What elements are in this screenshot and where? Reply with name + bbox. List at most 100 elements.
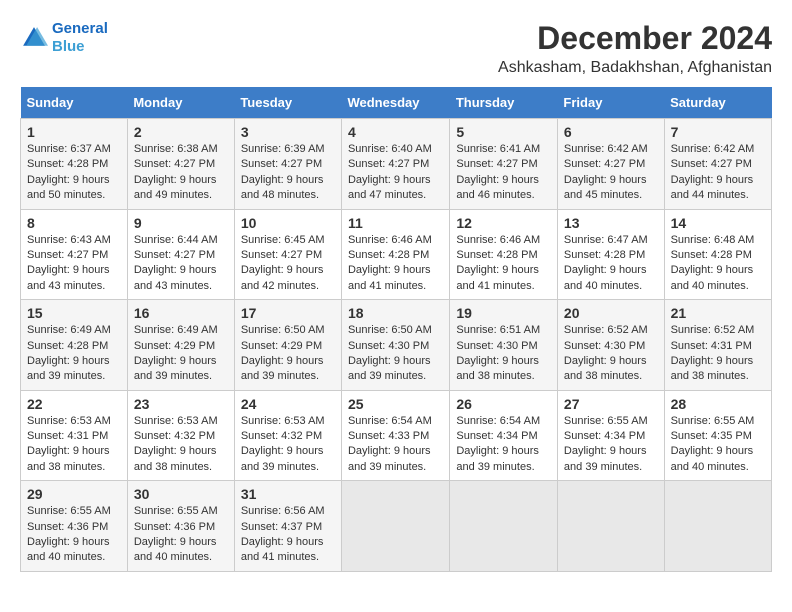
day-number: 2 <box>134 124 228 140</box>
calendar-cell: 24Sunrise: 6:53 AMSunset: 4:32 PMDayligh… <box>234 390 341 481</box>
calendar-week-row: 1 Sunrise: 6:37 AMSunset: 4:28 PMDaylight… <box>21 119 772 210</box>
day-number: 30 <box>134 486 228 502</box>
calendar-cell: 21Sunrise: 6:52 AMSunset: 4:31 PMDayligh… <box>664 300 771 391</box>
day-info: Sunrise: 6:53 AMSunset: 4:31 PMDaylight:… <box>27 414 121 476</box>
day-number: 15 <box>27 305 121 321</box>
calendar-table: SundayMondayTuesdayWednesdayThursdayFrid… <box>20 87 772 572</box>
day-info: Sunrise: 6:39 AMSunset: 4:27 PMDaylight:… <box>241 142 335 204</box>
day-info: Sunrise: 6:42 AMSunset: 4:27 PMDaylight:… <box>564 142 658 204</box>
day-info: Sunrise: 6:45 AMSunset: 4:27 PMDaylight:… <box>241 233 335 295</box>
day-number: 26 <box>456 396 551 412</box>
day-number: 28 <box>671 396 765 412</box>
day-info: Sunrise: 6:53 AMSunset: 4:32 PMDaylight:… <box>134 414 228 476</box>
col-header-thursday: Thursday <box>450 87 558 119</box>
col-header-saturday: Saturday <box>664 87 771 119</box>
day-number: 19 <box>456 305 551 321</box>
calendar-cell: 2Sunrise: 6:38 AMSunset: 4:27 PMDaylight… <box>127 119 234 210</box>
logo-icon <box>20 24 48 52</box>
calendar-cell <box>664 481 771 572</box>
day-number: 6 <box>564 124 658 140</box>
calendar-cell: 11 Sunrise: 6:46 AMSunset: 4:28 PMDayligh… <box>341 209 449 300</box>
day-info: Sunrise: 6:42 AMSunset: 4:27 PMDaylight:… <box>671 142 765 204</box>
location: Ashkasham, Badakhshan, Afghanistan <box>498 59 772 77</box>
calendar-cell <box>341 481 449 572</box>
calendar-cell: 10Sunrise: 6:45 AMSunset: 4:27 PMDayligh… <box>234 209 341 300</box>
day-number: 3 <box>241 124 335 140</box>
day-info: Sunrise: 6:55 AMSunset: 4:35 PMDaylight:… <box>671 414 765 476</box>
calendar-cell: 3 Sunrise: 6:39 AMSunset: 4:27 PMDaylight… <box>234 119 341 210</box>
day-info: Sunrise: 6:55 AMSunset: 4:36 PMDaylight:… <box>27 504 121 566</box>
day-info: Sunrise: 6:48 AMSunset: 4:28 PMDaylight:… <box>671 233 765 295</box>
day-info: Sunrise: 6:37 AMSunset: 4:28 PMDaylight:… <box>27 142 121 204</box>
calendar-cell: 26 Sunrise: 6:54 AMSunset: 4:34 PMDayligh… <box>450 390 558 481</box>
logo-text: General Blue <box>52 20 108 56</box>
day-info: Sunrise: 6:56 AMSunset: 4:37 PMDaylight:… <box>241 504 335 566</box>
calendar-cell: 20 Sunrise: 6:52 AMSunset: 4:30 PMDayligh… <box>557 300 664 391</box>
day-number: 11 <box>348 215 443 231</box>
day-info: Sunrise: 6:40 AMSunset: 4:27 PMDaylight:… <box>348 142 443 204</box>
calendar-cell: 31 Sunrise: 6:56 AMSunset: 4:37 PMDayligh… <box>234 481 341 572</box>
day-number: 25 <box>348 396 443 412</box>
calendar-week-row: 15Sunrise: 6:49 AMSunset: 4:28 PMDayligh… <box>21 300 772 391</box>
day-info: Sunrise: 6:41 AMSunset: 4:27 PMDaylight:… <box>456 142 551 204</box>
day-info: Sunrise: 6:55 AMSunset: 4:34 PMDaylight:… <box>564 414 658 476</box>
calendar-cell: 16Sunrise: 6:49 AMSunset: 4:29 PMDayligh… <box>127 300 234 391</box>
calendar-header-row: SundayMondayTuesdayWednesdayThursdayFrid… <box>21 87 772 119</box>
calendar-cell: 15Sunrise: 6:49 AMSunset: 4:28 PMDayligh… <box>21 300 128 391</box>
day-number: 4 <box>348 124 443 140</box>
day-info: Sunrise: 6:54 AMSunset: 4:33 PMDaylight:… <box>348 414 443 476</box>
calendar-week-row: 22 Sunrise: 6:53 AMSunset: 4:31 PMDayligh… <box>21 390 772 481</box>
day-info: Sunrise: 6:46 AMSunset: 4:28 PMDaylight:… <box>456 233 551 295</box>
day-info: Sunrise: 6:44 AMSunset: 4:27 PMDaylight:… <box>134 233 228 295</box>
calendar-cell: 4 Sunrise: 6:40 AMSunset: 4:27 PMDaylight… <box>341 119 449 210</box>
col-header-tuesday: Tuesday <box>234 87 341 119</box>
calendar-cell: 14 Sunrise: 6:48 AMSunset: 4:28 PMDayligh… <box>664 209 771 300</box>
day-number: 18 <box>348 305 443 321</box>
day-info: Sunrise: 6:46 AMSunset: 4:28 PMDaylight:… <box>348 233 443 295</box>
day-number: 22 <box>27 396 121 412</box>
day-info: Sunrise: 6:52 AMSunset: 4:30 PMDaylight:… <box>564 323 658 385</box>
calendar-week-row: 29 Sunrise: 6:55 AMSunset: 4:36 PMDayligh… <box>21 481 772 572</box>
title-block: December 2024 Ashkasham, Badakhshan, Afg… <box>498 20 772 77</box>
calendar-cell: 6 Sunrise: 6:42 AMSunset: 4:27 PMDaylight… <box>557 119 664 210</box>
day-number: 14 <box>671 215 765 231</box>
day-number: 5 <box>456 124 551 140</box>
calendar-cell: 23 Sunrise: 6:53 AMSunset: 4:32 PMDayligh… <box>127 390 234 481</box>
calendar-cell: 1 Sunrise: 6:37 AMSunset: 4:28 PMDaylight… <box>21 119 128 210</box>
day-number: 7 <box>671 124 765 140</box>
calendar-cell: 13 Sunrise: 6:47 AMSunset: 4:28 PMDayligh… <box>557 209 664 300</box>
day-number: 8 <box>27 215 121 231</box>
month-title: December 2024 <box>498 20 772 57</box>
day-info: Sunrise: 6:50 AMSunset: 4:29 PMDaylight:… <box>241 323 335 385</box>
calendar-cell: 7 Sunrise: 6:42 AMSunset: 4:27 PMDaylight… <box>664 119 771 210</box>
calendar-cell: 28 Sunrise: 6:55 AMSunset: 4:35 PMDayligh… <box>664 390 771 481</box>
page-header: General Blue December 2024 Ashkasham, Ba… <box>20 20 772 77</box>
calendar-cell: 25 Sunrise: 6:54 AMSunset: 4:33 PMDayligh… <box>341 390 449 481</box>
day-number: 23 <box>134 396 228 412</box>
calendar-cell: 9Sunrise: 6:44 AMSunset: 4:27 PMDaylight… <box>127 209 234 300</box>
day-number: 1 <box>27 124 121 140</box>
calendar-cell <box>557 481 664 572</box>
col-header-monday: Monday <box>127 87 234 119</box>
day-number: 13 <box>564 215 658 231</box>
day-info: Sunrise: 6:51 AMSunset: 4:30 PMDaylight:… <box>456 323 551 385</box>
calendar-cell: 17 Sunrise: 6:50 AMSunset: 4:29 PMDayligh… <box>234 300 341 391</box>
day-number: 17 <box>241 305 335 321</box>
day-number: 20 <box>564 305 658 321</box>
day-info: Sunrise: 6:54 AMSunset: 4:34 PMDaylight:… <box>456 414 551 476</box>
calendar-cell: 5 Sunrise: 6:41 AMSunset: 4:27 PMDaylight… <box>450 119 558 210</box>
day-number: 12 <box>456 215 551 231</box>
day-number: 16 <box>134 305 228 321</box>
day-number: 21 <box>671 305 765 321</box>
day-number: 31 <box>241 486 335 502</box>
day-number: 29 <box>27 486 121 502</box>
calendar-cell: 18Sunrise: 6:50 AMSunset: 4:30 PMDayligh… <box>341 300 449 391</box>
calendar-cell: 19 Sunrise: 6:51 AMSunset: 4:30 PMDayligh… <box>450 300 558 391</box>
day-info: Sunrise: 6:47 AMSunset: 4:28 PMDaylight:… <box>564 233 658 295</box>
day-info: Sunrise: 6:43 AMSunset: 4:27 PMDaylight:… <box>27 233 121 295</box>
day-info: Sunrise: 6:55 AMSunset: 4:36 PMDaylight:… <box>134 504 228 566</box>
calendar-cell: 30 Sunrise: 6:55 AMSunset: 4:36 PMDayligh… <box>127 481 234 572</box>
col-header-wednesday: Wednesday <box>341 87 449 119</box>
col-header-friday: Friday <box>557 87 664 119</box>
calendar-cell: 27Sunrise: 6:55 AMSunset: 4:34 PMDayligh… <box>557 390 664 481</box>
